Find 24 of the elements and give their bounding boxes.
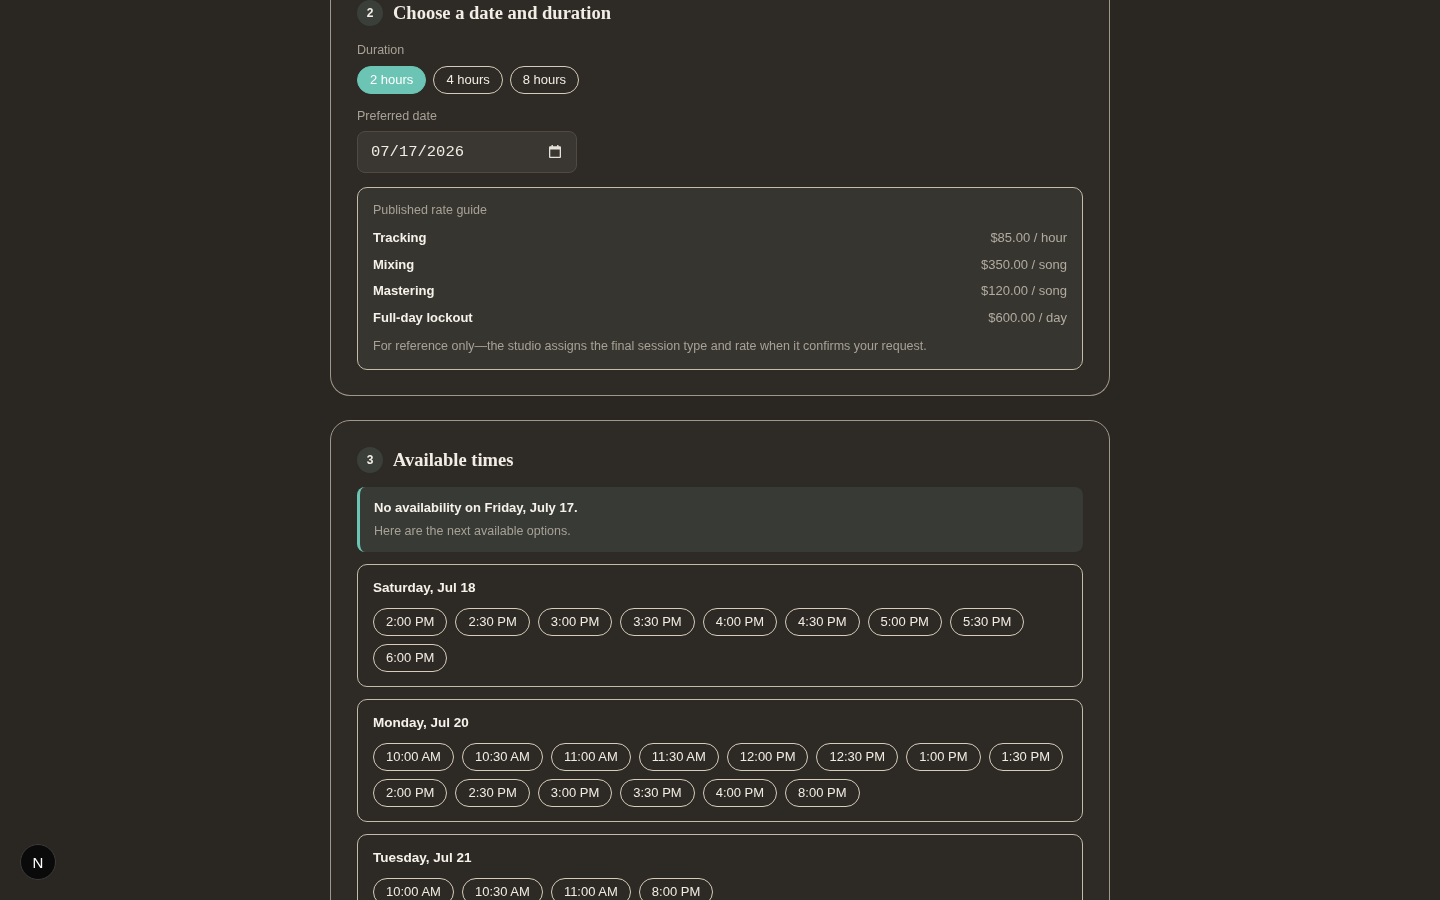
step-number: 3 [357, 447, 383, 473]
rate-name: Mastering [373, 282, 435, 300]
rate-price: $350.00 / song [980, 255, 1067, 274]
notice-text: Here are the next available options. [374, 523, 572, 539]
rate-price: $85.00 / hour [990, 229, 1067, 247]
day-label: Saturday, Jul 18 [373, 579, 477, 597]
rate-guide-title: Published rate guide [373, 202, 488, 218]
field-label: Preferred date [357, 108, 438, 124]
rate-name: Full-day lockout [373, 308, 473, 327]
day-label: Tuesday, Jul 21 [373, 849, 473, 867]
date-field[interactable]: 07/17/2026 [357, 131, 577, 173]
floating-round-button[interactable]: N [20, 844, 56, 880]
rate-note: For reference only—the studio assigns the final session type and rate when it confirms your request. [373, 338, 928, 354]
rate-price: $120.00 / song [980, 282, 1067, 300]
step-number: 2 [357, 0, 383, 26]
rate-name: Mixing [373, 255, 415, 274]
day-label: Monday, Jul 20 [373, 714, 470, 732]
rate-name: Tracking [373, 229, 427, 247]
rate-price: $600.00 / day [988, 308, 1067, 327]
notice-title: No availability on Friday, July 17. [374, 499, 579, 517]
section-heading: Available times [393, 449, 514, 472]
section-heading: Choose a date and duration [393, 2, 611, 25]
field-label: Duration [357, 42, 406, 58]
calendar-icon[interactable] [549, 145, 561, 158]
